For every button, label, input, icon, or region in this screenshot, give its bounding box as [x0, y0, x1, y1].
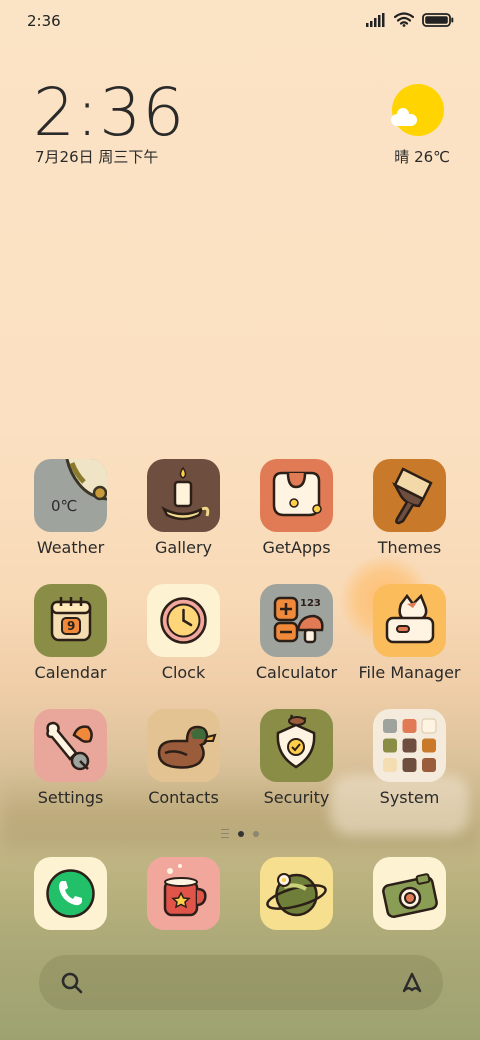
calculator-icon: 123 — [260, 584, 333, 657]
app-label: Weather — [36, 538, 105, 557]
weather-app-temp: 0℃ — [51, 497, 78, 515]
planet-icon — [260, 857, 333, 930]
app-gallery[interactable]: Gallery — [127, 459, 240, 557]
page-list-icon[interactable] — [221, 829, 229, 838]
clock-icon — [147, 584, 220, 657]
app-settings[interactable]: Settings — [14, 709, 127, 807]
candle-icon — [147, 459, 220, 532]
phone-icon — [34, 857, 107, 930]
clock-widget-time[interactable]: 2:36 — [33, 74, 185, 151]
search-bar[interactable] — [39, 955, 443, 1010]
cloud-icon — [391, 108, 417, 126]
calendar-day: 9 — [67, 619, 76, 633]
app-file-manager[interactable]: File Manager — [353, 584, 466, 682]
dock-browser[interactable] — [240, 857, 353, 930]
app-label: Gallery — [155, 538, 212, 557]
app-label: Calculator — [255, 663, 338, 682]
paintbrush-icon — [373, 459, 446, 532]
app-clock[interactable]: Clock — [127, 584, 240, 682]
settings-icon — [34, 709, 107, 782]
folder-icon — [373, 584, 446, 657]
app-label: Security — [263, 788, 330, 807]
app-calculator[interactable]: 123 Calculator — [240, 584, 353, 682]
app-calendar[interactable]: 9 Calendar — [14, 584, 127, 682]
status-icons — [366, 12, 454, 27]
app-label: Calendar — [34, 663, 107, 682]
assistant-icon[interactable] — [399, 969, 425, 995]
dock-phone[interactable] — [14, 857, 127, 930]
app-weather[interactable]: 0℃ Weather — [14, 459, 127, 557]
app-label: System — [379, 788, 440, 807]
duck-icon — [147, 709, 220, 782]
weather-widget[interactable]: 晴 26℃ — [380, 80, 460, 170]
page-indicator[interactable] — [0, 829, 480, 838]
app-label: Clock — [161, 663, 206, 682]
weather-widget-text: 晴 26℃ — [394, 148, 450, 166]
signal-icon — [366, 12, 385, 27]
camera-icon — [373, 857, 446, 930]
weather-app-icon: 0℃ — [34, 459, 107, 532]
app-label: Themes — [377, 538, 442, 557]
battery-icon — [422, 12, 454, 27]
app-label: File Manager — [358, 663, 461, 682]
folder-grid-icon — [373, 709, 446, 782]
calculator-digits: 123 — [300, 598, 321, 609]
app-getapps[interactable]: GetApps — [240, 459, 353, 557]
search-icon — [61, 972, 83, 994]
page-dot-2[interactable] — [253, 830, 259, 837]
wifi-icon — [394, 12, 414, 27]
status-time: 2:36 — [27, 12, 61, 30]
app-system-folder[interactable]: System — [353, 709, 466, 807]
clock-widget-date[interactable]: 7月26日 周三下午 — [35, 146, 158, 167]
page-dot-1[interactable] — [238, 830, 244, 837]
app-themes[interactable]: Themes — [353, 459, 466, 557]
app-contacts[interactable]: Contacts — [127, 709, 240, 807]
dock-camera[interactable] — [353, 857, 466, 930]
calendar-icon: 9 — [34, 584, 107, 657]
dock-messaging[interactable] — [127, 857, 240, 930]
mug-icon — [147, 857, 220, 930]
app-label: Settings — [37, 788, 104, 807]
app-label: Contacts — [148, 788, 219, 807]
shopping-bag-icon — [260, 459, 333, 532]
shield-icon — [260, 709, 333, 782]
app-label: GetApps — [262, 538, 331, 557]
app-security[interactable]: Security — [240, 709, 353, 807]
status-bar: 2:36 — [0, 0, 480, 42]
